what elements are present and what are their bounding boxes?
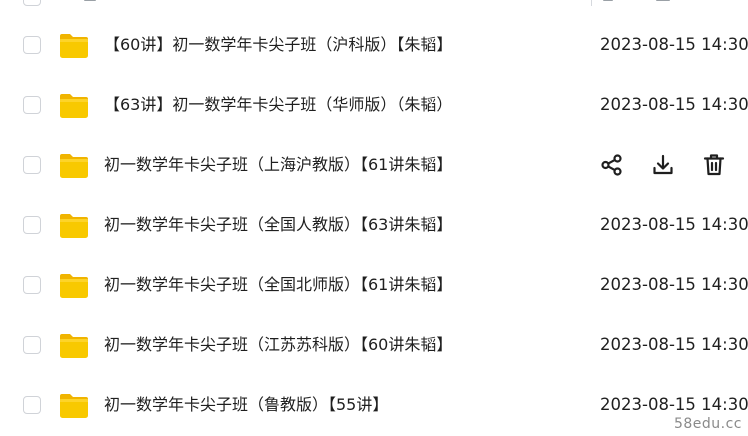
modified-date: 2023-08-15 14:30 [600, 215, 748, 234]
watermark: 58edu.cc [673, 416, 742, 432]
file-row[interactable]: 初一数学年卡尖子班（鲁教版）【55讲】 2023-08-15 14:30 [0, 375, 748, 435]
row-actions [596, 135, 746, 195]
file-row[interactable]: 【63讲】初一数学年卡尖子班（华师版）（朱韬） 2023-08-15 14:30 [0, 75, 748, 135]
date-column-header[interactable] [603, 0, 613, 1]
row-checkbox[interactable] [23, 276, 41, 294]
modified-date: 2023-08-15 14:30 [600, 335, 748, 354]
folder-icon [59, 151, 89, 179]
modified-date: 2023-08-15 14:30 [600, 35, 748, 54]
download-button[interactable] [650, 152, 676, 178]
row-checkbox[interactable] [23, 396, 41, 414]
file-name[interactable]: 初一数学年卡尖子班（全国北师版）【61讲朱韬】 [104, 255, 452, 315]
file-row[interactable]: 初一数学年卡尖子班（江苏苏科版）【60讲朱韬】 2023-08-15 14:30 [0, 315, 748, 375]
file-row[interactable]: 初一数学年卡尖子班（全国人教版）【63讲朱韬】 2023-08-15 14:30 [0, 195, 748, 255]
row-checkbox[interactable] [23, 36, 41, 54]
share-icon [599, 154, 625, 182]
row-checkbox[interactable] [23, 216, 41, 234]
folder-icon [59, 391, 89, 419]
delete-button[interactable] [701, 152, 727, 178]
modified-date: 2023-08-15 14:30 [600, 95, 748, 114]
folder-icon [59, 31, 89, 59]
table-header [0, 0, 748, 8]
file-name[interactable]: 初一数学年卡尖子班（全国人教版）【63讲朱韬】 [104, 195, 452, 255]
row-checkbox[interactable] [23, 336, 41, 354]
folder-icon [59, 331, 89, 359]
select-all-checkbox[interactable] [23, 0, 41, 6]
modified-date: 2023-08-15 14:30 [600, 275, 748, 294]
file-row[interactable]: 初一数学年卡尖子班（上海沪教版）【61讲朱韬】 [0, 135, 748, 195]
column-divider [591, 0, 592, 6]
folder-icon [59, 91, 89, 119]
share-button[interactable] [599, 152, 625, 178]
file-row[interactable]: 【60讲】初一数学年卡尖子班（沪科版）【朱韬】 2023-08-15 14:30 [0, 15, 748, 75]
file-name[interactable]: 初一数学年卡尖子班（上海沪教版）【61讲朱韬】 [104, 135, 452, 195]
file-name[interactable]: 【60讲】初一数学年卡尖子班（沪科版）【朱韬】 [104, 15, 452, 75]
name-column-header[interactable] [84, 0, 96, 1]
file-name[interactable]: 初一数学年卡尖子班（鲁教版）【55讲】 [104, 375, 388, 435]
delete-icon [701, 154, 727, 182]
file-row[interactable]: 初一数学年卡尖子班（全国北师版）【61讲朱韬】 2023-08-15 14:30 [0, 255, 748, 315]
file-name[interactable]: 【63讲】初一数学年卡尖子班（华师版）（朱韬） [104, 75, 452, 135]
folder-icon [59, 211, 89, 239]
folder-icon [59, 271, 89, 299]
row-checkbox[interactable] [23, 96, 41, 114]
file-name[interactable]: 初一数学年卡尖子班（江苏苏科版）【60讲朱韬】 [104, 315, 452, 375]
download-icon [650, 154, 676, 182]
row-checkbox[interactable] [23, 156, 41, 174]
